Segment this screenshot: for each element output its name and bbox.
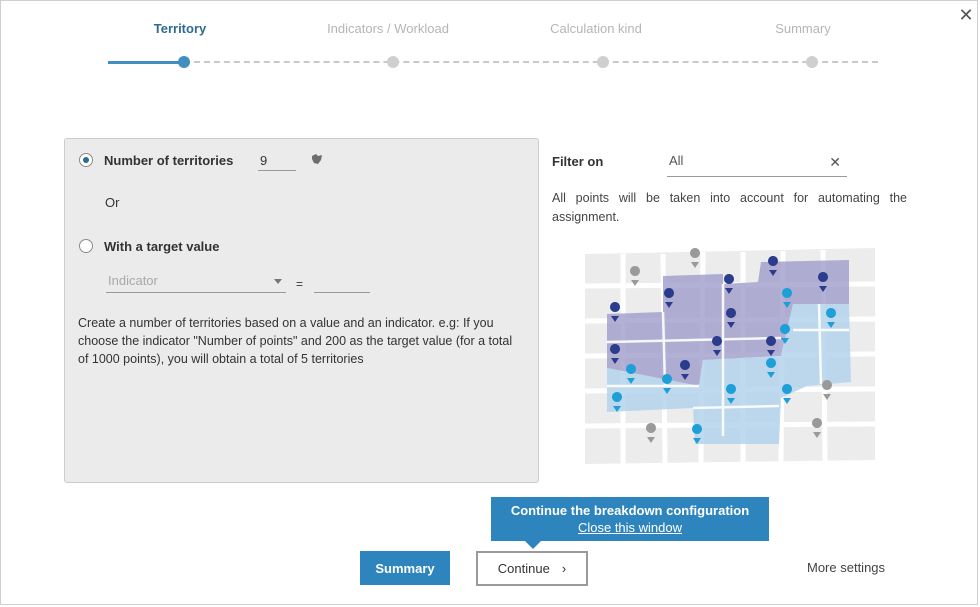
number-of-territories-input[interactable] xyxy=(258,151,296,171)
step-indicators-workload[interactable]: Indicators / Workload xyxy=(308,21,468,36)
territory-shape-icon xyxy=(312,154,322,164)
continue-button-label: Continue xyxy=(497,561,550,576)
continue-button[interactable]: Continue › xyxy=(476,551,588,586)
filter-info-text: All points will be taken into account fo… xyxy=(552,191,907,224)
step-calculation-kind[interactable]: Calculation kind xyxy=(516,21,676,36)
number-of-territories-label: Number of territories xyxy=(104,153,234,168)
breakdown-options-panel: Number of territories Or With a target v… xyxy=(64,138,539,483)
close-window-link[interactable]: Close this window xyxy=(578,520,682,535)
step-territory[interactable]: Territory xyxy=(100,21,260,36)
close-icon[interactable]: ✕ xyxy=(956,5,976,25)
chevron-down-icon xyxy=(274,279,282,284)
stepper-track-pending xyxy=(184,61,878,63)
target-value-label: With a target value xyxy=(104,239,220,254)
filter-value: All xyxy=(669,153,684,168)
step-summary[interactable]: Summary xyxy=(723,21,883,36)
continue-tooltip: Continue the breakdown configuration Clo… xyxy=(491,497,769,549)
number-of-territories-radio[interactable] xyxy=(79,153,93,167)
clear-icon[interactable]: ✕ xyxy=(829,154,841,171)
chevron-right-icon: › xyxy=(561,561,567,576)
step-dot-indicators xyxy=(387,56,399,68)
target-value-input[interactable] xyxy=(314,273,370,293)
breakdown-description: Create a number of territories based on … xyxy=(78,316,513,366)
step-dot-calculation xyxy=(597,56,609,68)
dialog: ✕ Territory Indicators / Workload Calcul… xyxy=(0,0,978,605)
summary-button[interactable]: Summary xyxy=(360,551,450,585)
stepper-track-done xyxy=(108,61,184,64)
indicator-select[interactable]: Indicator xyxy=(106,271,286,293)
target-value-radio[interactable] xyxy=(79,239,93,253)
step-dot-territory xyxy=(178,56,190,68)
or-label: Or xyxy=(105,195,120,210)
territory-map-illustration xyxy=(584,248,876,464)
step-dot-summary xyxy=(806,56,818,68)
filter-input[interactable]: All ✕ xyxy=(667,151,847,177)
more-settings-link[interactable]: More settings xyxy=(807,560,885,575)
tooltip-title: Continue the breakdown configuration xyxy=(510,503,750,518)
indicator-select-value: Indicator xyxy=(108,273,158,288)
equals-sign: = xyxy=(296,277,304,291)
filter-label: Filter on xyxy=(552,154,604,169)
